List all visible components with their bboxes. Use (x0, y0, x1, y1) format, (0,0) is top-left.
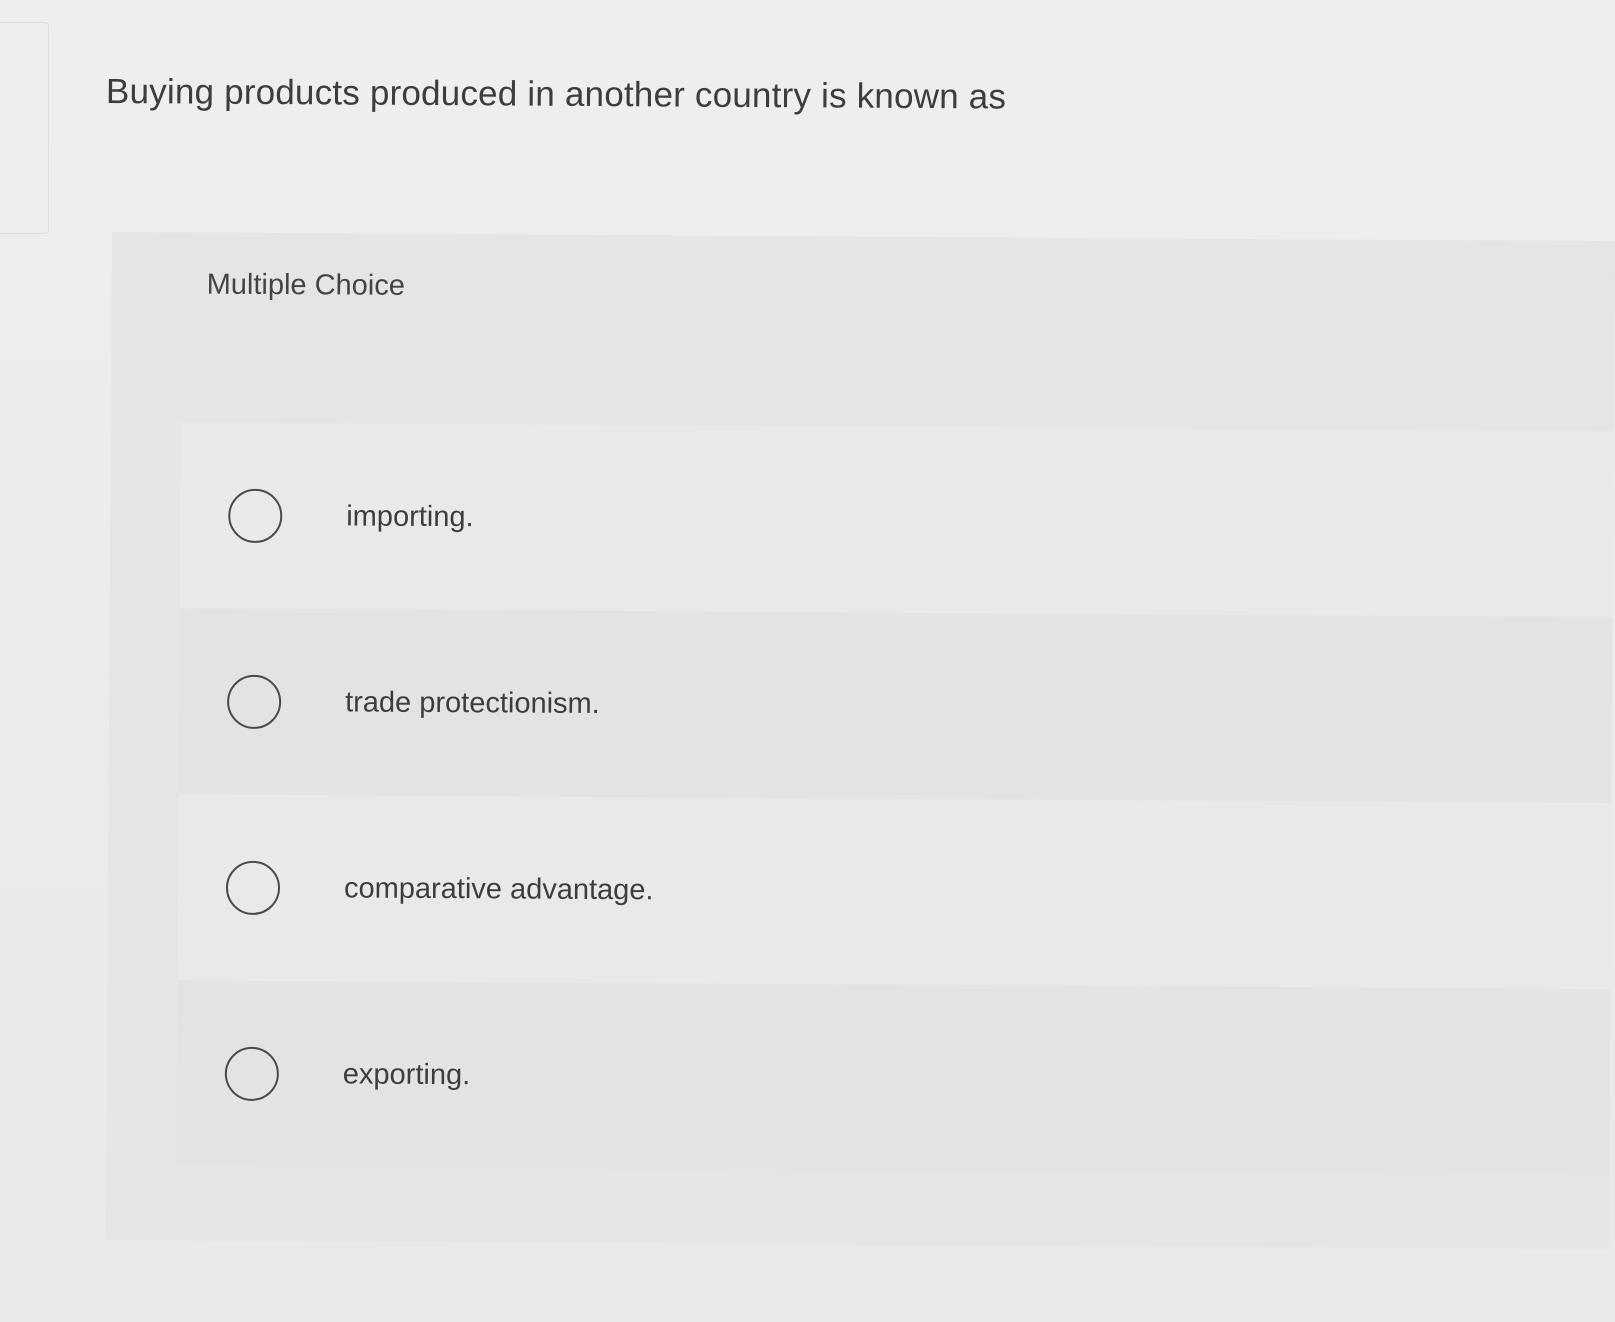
options-list: importing. trade protectionism. comparat… (176, 422, 1614, 1176)
question-text: Buying products produced in another coun… (105, 72, 1007, 117)
option-comparative-advantage[interactable]: comparative advantage. (177, 794, 1612, 990)
option-exporting[interactable]: exporting. (176, 980, 1611, 1176)
option-label: importing. (346, 499, 474, 533)
radio-button-icon[interactable] (226, 674, 282, 730)
answer-panel: Multiple Choice importing. trade protect… (105, 232, 1615, 1250)
option-trade-protectionism[interactable]: trade protectionism. (178, 608, 1613, 804)
radio-button-icon[interactable] (224, 1046, 280, 1102)
radio-button-icon[interactable] (225, 860, 281, 916)
option-label: trade protectionism. (345, 685, 600, 720)
left-edge-panel (0, 22, 49, 234)
option-label: exporting. (342, 1057, 471, 1091)
option-importing[interactable]: importing. (179, 422, 1614, 618)
option-label: comparative advantage. (343, 871, 654, 906)
multiple-choice-label: Multiple Choice (206, 268, 406, 302)
radio-button-icon[interactable] (228, 488, 283, 544)
